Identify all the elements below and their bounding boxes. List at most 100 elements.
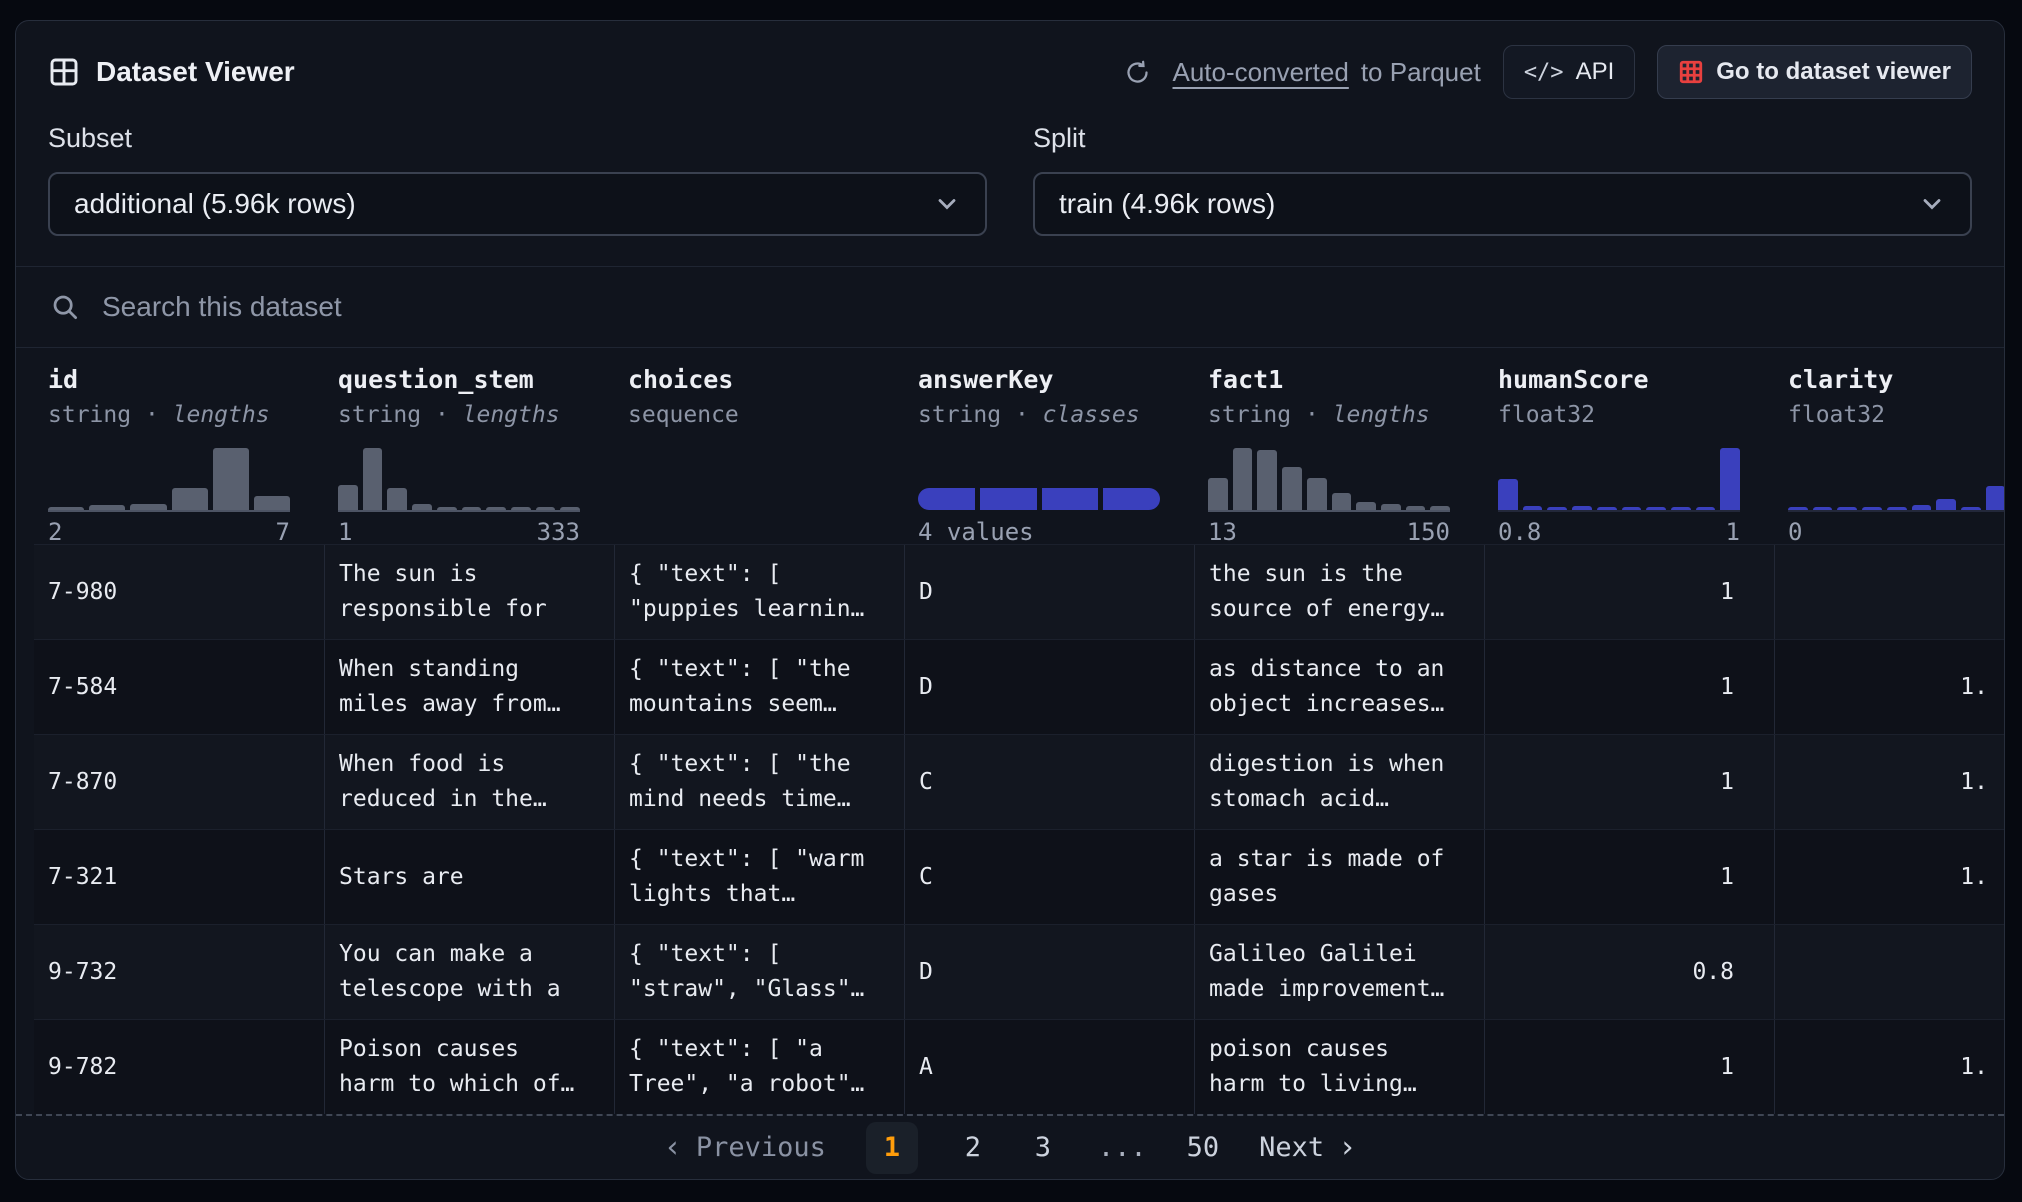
cell-humanScore[interactable]: 1 <box>1484 640 1774 734</box>
split-dropdown[interactable]: train (4.96k rows) <box>1033 172 1972 236</box>
cell-id[interactable]: 7-321 <box>34 860 324 895</box>
cell-choices[interactable]: { "text": [ "aTree", "a robot"… <box>614 1020 904 1114</box>
cell-id[interactable]: 7-980 <box>34 575 324 610</box>
viewer-button-label: Go to dataset viewer <box>1716 58 1951 86</box>
cell-answerKey[interactable]: D <box>904 640 1194 734</box>
page-buttons: 123...50 <box>866 1122 1219 1174</box>
cell-fact1[interactable]: poison causesharm to living… <box>1194 1020 1484 1114</box>
cell-choices[interactable]: { "text": [ "warmlights that… <box>614 830 904 924</box>
cell-answerKey[interactable]: C <box>904 830 1194 924</box>
histogram-baseline <box>1788 510 2005 512</box>
cell-humanScore[interactable]: 1 <box>1484 735 1774 829</box>
column-header-fact1: fact1string · lengths13150 <box>1194 364 1484 544</box>
cell-question_stem[interactable]: The sun isresponsible for <box>324 545 614 639</box>
cell-id[interactable]: 9-782 <box>34 1050 324 1085</box>
cell-humanScore[interactable]: 1 <box>1484 545 1774 639</box>
cell-fact1[interactable]: as distance to anobject increases… <box>1194 640 1484 734</box>
split-selector: Split train (4.96k rows) <box>1033 123 1972 236</box>
go-to-dataset-viewer-button[interactable]: Go to dataset viewer <box>1657 45 1972 99</box>
cell-question_stem[interactable]: When food isreduced in the… <box>324 735 614 829</box>
cell-clarity[interactable] <box>1774 925 1988 1019</box>
card-header: Dataset Viewer Auto-converted to Parquet… <box>16 21 2004 99</box>
column-type: string · classes <box>918 400 1164 430</box>
histogram-bar <box>1381 504 1401 510</box>
next-page-button[interactable]: Next › <box>1259 1132 1356 1163</box>
next-label: Next <box>1259 1132 1324 1163</box>
column-header-question_stem: question_stemstring · lengths1333 <box>324 364 614 544</box>
cell-clarity[interactable] <box>1774 545 1988 639</box>
dataset-viewer-card: Dataset Viewer Auto-converted to Parquet… <box>15 20 2005 1180</box>
cell-id[interactable]: 9-732 <box>34 955 324 990</box>
histogram-bar <box>1406 506 1426 510</box>
histogram-range: 27 <box>48 518 290 546</box>
histogram-bar <box>1813 507 1833 510</box>
cell-clarity[interactable]: 1. <box>1774 830 1988 924</box>
cell-fact1[interactable]: Galileo Galileimade improvement… <box>1194 925 1484 1019</box>
histogram-bar <box>1720 448 1740 510</box>
code-icon: </> <box>1524 60 1564 85</box>
histogram-bar <box>1986 486 2005 510</box>
table-row: 7-321Stars are{ "text": [ "warmlights th… <box>34 829 2004 924</box>
cell-fact1[interactable]: a star is made ofgases <box>1194 830 1484 924</box>
search-input[interactable] <box>100 290 1970 324</box>
cell-fact1[interactable]: digestion is whenstomach acid… <box>1194 735 1484 829</box>
cell-id[interactable]: 7-870 <box>34 765 324 800</box>
column-name: choices <box>628 364 874 396</box>
cell-id[interactable]: 7-584 <box>34 670 324 705</box>
cell-clarity[interactable]: 1. <box>1774 1020 1988 1114</box>
cell-clarity[interactable]: 1. <box>1774 640 1988 734</box>
histogram-bar <box>1837 507 1857 510</box>
column-type: string · lengths <box>1208 400 1454 430</box>
page-button-3[interactable]: 3 <box>1028 1132 1058 1163</box>
column-name: question_stem <box>338 364 584 396</box>
cell-fact1[interactable]: the sun is thesource of energy… <box>1194 545 1484 639</box>
split-label: Split <box>1033 123 1972 154</box>
api-button-label: API <box>1576 58 1615 86</box>
cell-question_stem[interactable]: You can make atelescope with a <box>324 925 614 1019</box>
cell-question_stem[interactable]: When standingmiles away from… <box>324 640 614 734</box>
previous-label: Previous <box>696 1132 826 1163</box>
api-button[interactable]: </> API <box>1503 45 1635 99</box>
table-body: 7-980The sun isresponsible for{ "text": … <box>16 544 2004 1114</box>
histogram-bar <box>1430 506 1450 510</box>
cell-answerKey[interactable]: C <box>904 735 1194 829</box>
histogram-bar <box>560 507 580 510</box>
cell-humanScore[interactable]: 1 <box>1484 1020 1774 1114</box>
cell-question_stem[interactable]: Poison causesharm to which of… <box>324 1020 614 1114</box>
cell-answerKey[interactable]: A <box>904 1020 1194 1114</box>
histogram-bar <box>48 507 84 510</box>
cell-choices[interactable]: { "text": ["straw", "Glass"… <box>614 925 904 1019</box>
class-bar-segment <box>918 488 975 510</box>
selectors-row: Subset additional (5.96k rows) Split tra… <box>16 99 2004 266</box>
cell-humanScore[interactable]: 1 <box>1484 830 1774 924</box>
page-button-2[interactable]: 2 <box>958 1132 988 1163</box>
column-header-id: idstring · lengths27 <box>34 364 324 544</box>
previous-page-button[interactable]: ‹ Previous <box>664 1132 826 1163</box>
histogram-bar <box>387 488 407 510</box>
subset-dropdown[interactable]: additional (5.96k rows) <box>48 172 987 236</box>
histogram-bar <box>437 507 457 510</box>
subset-selector: Subset additional (5.96k rows) <box>48 123 987 236</box>
chevron-down-icon <box>1918 190 1946 218</box>
page-button-1[interactable]: 1 <box>866 1122 918 1174</box>
histogram-bar <box>412 504 432 510</box>
auto-converted-link[interactable]: Auto-converted <box>1173 57 1349 88</box>
cell-choices[interactable]: { "text": [ "themountains seem… <box>614 640 904 734</box>
cell-answerKey[interactable]: D <box>904 545 1194 639</box>
cell-humanScore[interactable]: 0.8 <box>1484 925 1774 1019</box>
histogram-humanScore <box>1498 446 1740 510</box>
cell-answerKey[interactable]: D <box>904 925 1194 1019</box>
cell-question_stem[interactable]: Stars are <box>324 830 614 924</box>
histogram-baseline <box>1208 510 1450 512</box>
histogram-range: 1333 <box>338 518 580 546</box>
page-button-50[interactable]: 50 <box>1187 1132 1220 1163</box>
cell-clarity[interactable]: 1. <box>1774 735 1988 829</box>
histogram-bar <box>1788 507 1808 510</box>
auto-converted-note: Auto-converted to Parquet <box>1173 57 1481 88</box>
refresh-icon <box>1124 59 1151 86</box>
cell-choices[interactable]: { "text": ["puppies learnin… <box>614 545 904 639</box>
column-name: answerKey <box>918 364 1164 396</box>
histogram-bar <box>1572 506 1592 510</box>
cell-choices[interactable]: { "text": [ "themind needs time… <box>614 735 904 829</box>
header-actions: Auto-converted to Parquet </> API Go to … <box>1124 45 1973 99</box>
